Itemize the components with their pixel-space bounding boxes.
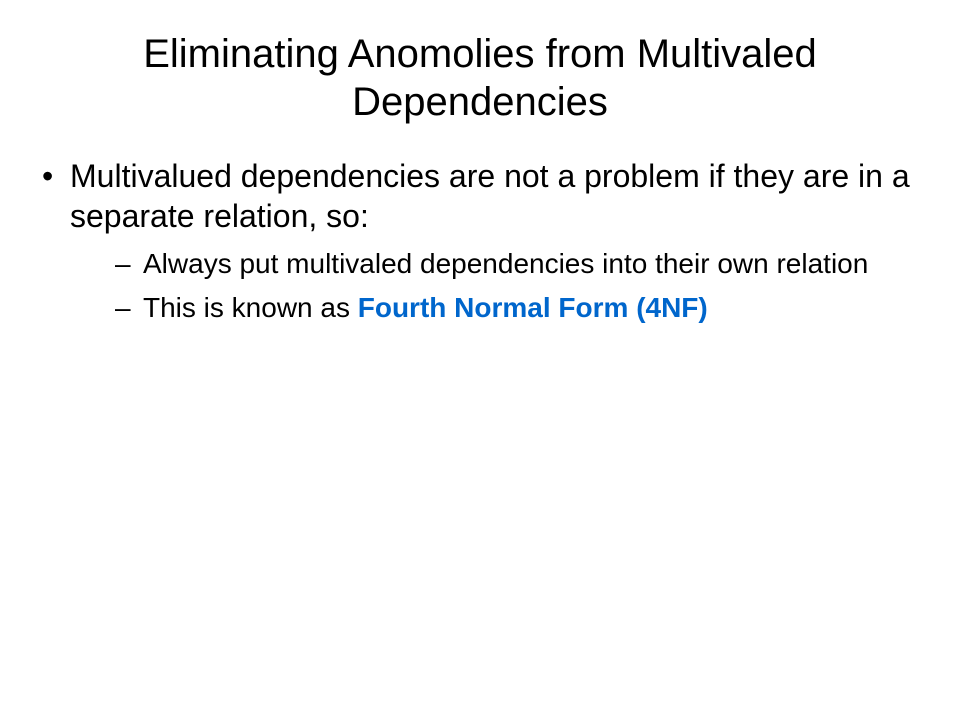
bullet-list: Multivalued dependencies are not a probl… (40, 156, 920, 327)
slide-title: Eliminating Anomolies from Multivaled De… (40, 30, 920, 126)
sub-item: This is known as Fourth Normal Form (4NF… (115, 290, 920, 326)
sub-item-highlight: Fourth Normal Form (4NF) (358, 292, 708, 323)
bullet-text: Multivalued dependencies are not a probl… (70, 158, 910, 234)
sub-list: Always put multivaled dependencies into … (70, 246, 920, 327)
sub-item: Always put multivaled dependencies into … (115, 246, 920, 282)
sub-item-text: Always put multivaled dependencies into … (143, 248, 868, 279)
sub-item-text: This is known as (143, 292, 358, 323)
bullet-item: Multivalued dependencies are not a probl… (40, 156, 920, 327)
